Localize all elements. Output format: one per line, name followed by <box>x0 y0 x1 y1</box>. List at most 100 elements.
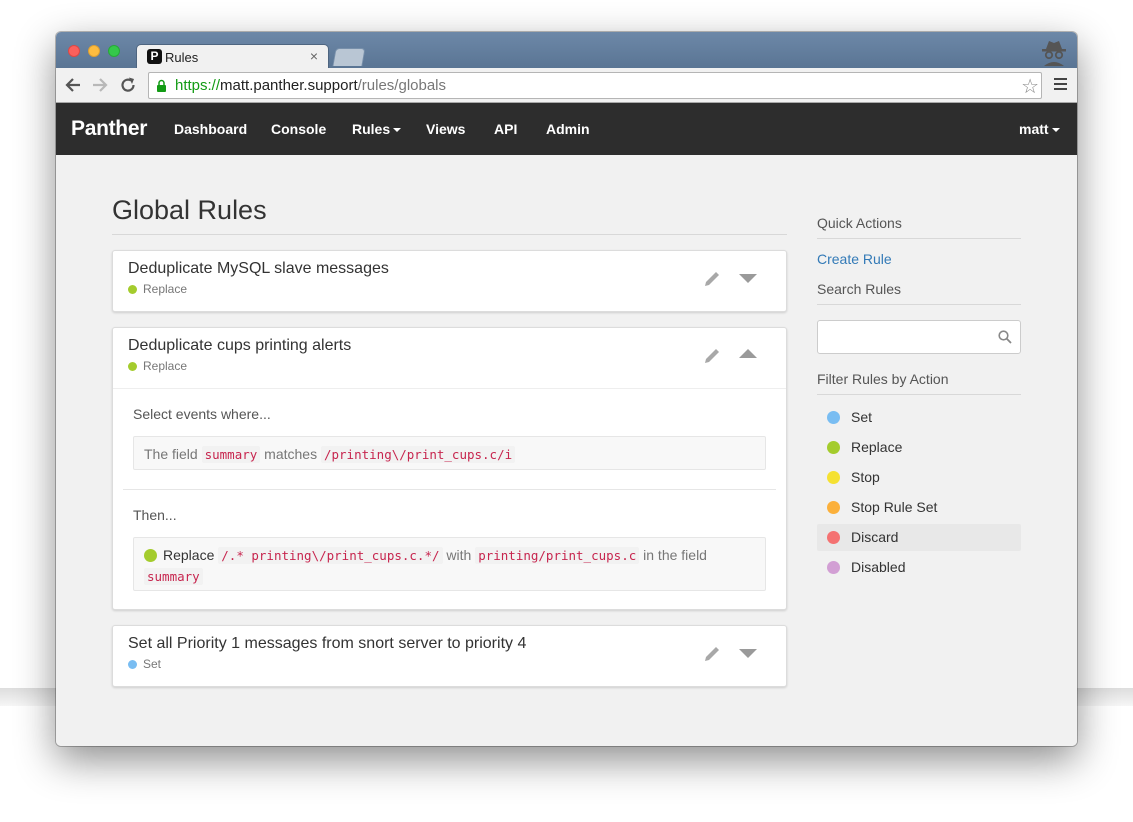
filter-label: Stop Rule Set <box>851 499 938 515</box>
then-label: Then... <box>133 507 177 523</box>
minimize-window-button[interactable] <box>88 45 100 57</box>
url-host: matt.panther.support <box>220 77 358 94</box>
browser-window: P Rules × https:// matt.panther.support/r… <box>56 32 1077 746</box>
expand-chevron-icon[interactable] <box>739 274 757 283</box>
close-window-button[interactable] <box>68 45 80 57</box>
stop-rule-set-dot-icon <box>827 501 840 514</box>
filter-stop-rule-set[interactable]: Stop Rule Set <box>817 494 1021 521</box>
rule-action-label: Replace <box>143 359 188 373</box>
filter-label: Set <box>851 409 873 425</box>
filter-label: Replace <box>851 439 903 455</box>
pencil-icon[interactable] <box>702 269 722 289</box>
url-scheme: https:// <box>175 77 221 94</box>
then-field: summary <box>144 568 203 585</box>
address-bar[interactable]: https://matt.panther.support/rules/globa… <box>148 72 1042 99</box>
condition-prefix: The field <box>144 446 198 462</box>
action-color-dot <box>128 660 137 669</box>
back-icon[interactable] <box>65 75 81 95</box>
rule-title: Set all Priority 1 messages from snort s… <box>128 635 527 652</box>
quick-actions-heading: Quick Actions <box>817 215 902 231</box>
rule-card[interactable]: Deduplicate MySQL slave messages Replace <box>112 250 787 312</box>
search-icon[interactable] <box>998 330 1012 344</box>
sidebar-divider <box>817 394 1021 395</box>
condition-value: /printing\/print_cups.c/i <box>320 446 516 463</box>
nav-admin[interactable]: Admin <box>546 121 590 137</box>
page-content: Global Rules Deduplicate MySQL slave mes… <box>56 155 1077 746</box>
then-field-word: field <box>681 547 707 563</box>
filter-heading: Filter Rules by Action <box>817 371 949 387</box>
nav-rules[interactable]: Rules <box>352 121 402 137</box>
rule-card[interactable]: Set all Priority 1 messages from snort s… <box>112 625 787 687</box>
action-color-dot <box>128 362 137 371</box>
filter-label: Disabled <box>851 559 906 575</box>
filter-set[interactable]: Set <box>817 404 1021 431</box>
tab-title: Rules <box>165 50 199 65</box>
incognito-icon <box>1042 41 1066 66</box>
filter-stop[interactable]: Stop <box>817 464 1021 491</box>
sidebar-divider <box>817 238 1021 239</box>
filter-discard[interactable]: Discard <box>817 524 1021 551</box>
brand-logo[interactable]: Panther <box>71 117 147 141</box>
filter-label: Stop <box>851 469 880 485</box>
rule-details: Select events where... The field summary… <box>113 388 786 591</box>
pencil-icon[interactable] <box>702 644 722 664</box>
nav-console[interactable]: Console <box>271 121 326 137</box>
tab-close-icon[interactable]: × <box>310 48 318 64</box>
caret-down-icon <box>1051 128 1060 133</box>
nav-rules-label: Rules <box>352 121 391 137</box>
then-in-the: in the <box>643 547 678 563</box>
rule-title: Deduplicate cups printing alerts <box>128 337 352 354</box>
nav-dashboard[interactable]: Dashboard <box>174 121 247 137</box>
sidebar-divider <box>817 304 1021 305</box>
user-name: matt <box>1019 121 1049 137</box>
bookmark-star-icon[interactable]: ☆ <box>1021 74 1039 99</box>
lock-icon <box>157 79 166 92</box>
disabled-dot-icon <box>827 561 840 574</box>
nav-views[interactable]: Views <box>426 121 465 137</box>
rule-card[interactable]: Deduplicate cups printing alerts Replace… <box>112 327 787 610</box>
replace-dot-icon <box>827 441 840 454</box>
stop-dot-icon <box>827 471 840 484</box>
rule-action-badge: Replace <box>128 282 187 296</box>
set-dot-icon <box>827 411 840 424</box>
nav-api[interactable]: API <box>494 121 517 137</box>
zoom-window-button[interactable] <box>108 45 120 57</box>
favicon-icon: P <box>147 49 162 64</box>
user-menu[interactable]: matt <box>1019 121 1060 137</box>
condition-field: summary <box>201 446 261 463</box>
select-events-label: Select events where... <box>133 406 271 422</box>
action-well: Replace /.* printing\/print_cups.c.*/ wi… <box>133 537 766 591</box>
title-divider <box>112 234 787 235</box>
collapse-chevron-icon[interactable] <box>739 349 757 358</box>
tab-bar: P Rules × <box>56 32 1077 70</box>
browser-toolbar: https://matt.panther.support/rules/globa… <box>56 68 1077 103</box>
pencil-icon[interactable] <box>702 346 722 366</box>
then-action: Replace <box>163 547 215 563</box>
action-color-dot <box>128 285 137 294</box>
search-input[interactable] <box>817 320 1021 354</box>
rule-action-label: Replace <box>143 282 188 296</box>
menu-icon[interactable] <box>1054 78 1067 93</box>
action-color-dot <box>144 549 157 562</box>
expand-chevron-icon[interactable] <box>739 649 757 658</box>
url-text: https://matt.panther.support/rules/globa… <box>175 77 446 94</box>
url-path: /rules/globals <box>357 77 447 94</box>
then-replacement: printing/print_cups.c <box>475 547 640 564</box>
browser-tab[interactable]: P Rules × <box>136 44 329 70</box>
caret-down-icon <box>393 128 402 133</box>
section-divider <box>123 489 776 490</box>
filter-replace[interactable]: Replace <box>817 434 1021 461</box>
discard-dot-icon <box>827 531 840 544</box>
reload-icon[interactable] <box>120 75 136 95</box>
new-tab-button[interactable] <box>332 48 366 66</box>
rule-action-badge: Set <box>128 657 161 671</box>
filter-label: Discard <box>851 529 899 545</box>
search-rules-heading: Search Rules <box>817 281 902 297</box>
condition-operator: matches <box>264 446 318 462</box>
rule-action-badge: Replace <box>128 359 187 373</box>
rule-title: Deduplicate MySQL slave messages <box>128 260 389 277</box>
create-rule-link[interactable]: Create Rule <box>817 251 892 267</box>
forward-icon[interactable] <box>92 75 108 95</box>
then-pattern: /.* printing\/print_cups.c.*/ <box>218 547 443 564</box>
filter-disabled[interactable]: Disabled <box>817 554 1021 581</box>
